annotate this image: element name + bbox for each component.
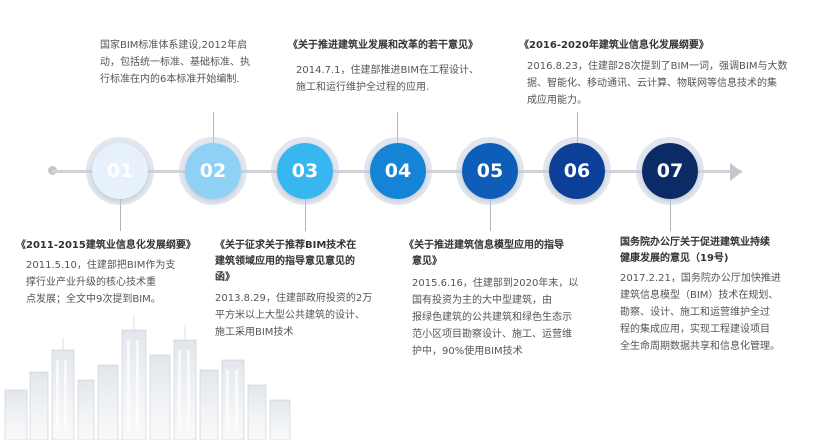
card-line: 行标准在内的6本标准开始编制. [100, 74, 240, 85]
card-line: 2017.2.21，国务院办公厅加快推进 [620, 273, 781, 284]
timeline-arrow-icon [730, 163, 742, 181]
card-07: 国务院办公厅关于促进建筑业持续 健康发展的意见（19号) 2017.2.21，国… [620, 235, 820, 355]
card-title: 《2016-2020年建筑业信息化发展纲要》 [519, 40, 709, 51]
timeline-node-05: 05 [456, 137, 524, 205]
card-line: 2013.8.29，住建部政府投资的2万 [215, 293, 373, 304]
card-line: 施工和运行维护全过程的应用. [296, 82, 430, 93]
card-line: 护中，90%使用BIM技术 [412, 346, 523, 357]
card-02: 国家BIM标准体系建设,2012年启 动，包括统一标准、基础标准、执 行标准在内… [100, 37, 280, 88]
card-line: 报绿色建筑的公共建筑和绿色生态示 [412, 312, 572, 323]
card-line: 国家BIM标准体系建设,2012年启 [100, 40, 248, 51]
card-body: 2014.7.1，住建部推进BIM在工程设计、 施工和运行维护全过程的应用. [288, 62, 508, 96]
timeline-node-02: 02 [179, 137, 247, 205]
card-title: 《关于推进建筑业发展和改革的若干意见》 [288, 40, 478, 51]
timeline-node-06: 06 [543, 137, 611, 205]
timeline-node-03: 03 [271, 137, 339, 205]
card-06: 《2016-2020年建筑业信息化发展纲要》 2016.8.23，住建部28次提… [519, 38, 819, 109]
card-line: 撑行业产业升级的核心技术重 [26, 277, 156, 288]
card-title-line2: 健康发展的意见（19号) [620, 253, 729, 264]
node-number: 02 [199, 160, 227, 182]
card-body: 2011.5.10，住建部把BIM作为支 撑行业产业升级的核心技术重 点发展；全… [16, 257, 226, 308]
card-line: 建筑信息模型（BIM）技术在规划、 [620, 290, 779, 301]
card-title: 《2011-2015建筑业信息化发展纲要》 [16, 240, 196, 251]
card-line: 2014.7.1，住建部推进BIM在工程设计、 [296, 65, 479, 76]
card-line: 2015.6.16，住建部到2020年末，以 [412, 278, 579, 289]
card-title: 《关于推进建筑信息模型应用的指导 [404, 240, 564, 251]
card-line: 程的集成应用，实现工程建设项目 [620, 324, 770, 335]
card-body: 2017.2.21，国务院办公厅加快推进 建筑信息模型（BIM）技术在规划、 勘… [620, 270, 820, 355]
card-line: 勘察、设计、施工和运营维护全过 [620, 307, 770, 318]
card-line: 动，包括统一标准、基础标准、执 [100, 57, 250, 68]
card-01: 《2011-2015建筑业信息化发展纲要》 2011.5.10，住建部把BIM作… [16, 238, 226, 308]
card-title: 国务院办公厅关于促进建筑业持续 [620, 237, 770, 248]
node-number: 03 [291, 160, 319, 182]
timeline-node-07: 07 [636, 137, 704, 205]
card-title: 《关于征求关于推荐BIM技术在 [215, 240, 357, 251]
card-line: 2011.5.10，住建部把BIM作为支 [26, 260, 176, 271]
node-number: 05 [476, 160, 504, 182]
card-title-line2: 建筑领域应用的指导意见意见的 [215, 256, 355, 267]
card-line: 点发展；全文中9次提到BIM。 [26, 294, 161, 305]
card-body: 国家BIM标准体系建设,2012年启 动，包括统一标准、基础标准、执 行标准在内… [100, 37, 280, 88]
card-body: 2016.8.23，住建部28次提到了BIM一词，强调BIM与大数 据、智能化、… [519, 58, 819, 109]
card-line: 成应用能力。 [527, 95, 587, 106]
card-line: 据、智能化、移动通讯、云计算、物联网等信息技术的集 [527, 78, 777, 89]
card-title-line3: 函》 [215, 272, 235, 283]
timeline-node-04: 04 [364, 137, 432, 205]
node-number: 04 [384, 160, 412, 182]
card-body: 2015.6.16，住建部到2020年末，以 国有投资为主的大中型建筑，由 报绿… [404, 275, 604, 360]
card-line: 全生命周期数据共享和信息化管理。 [620, 341, 780, 352]
card-title-line2: 意见》 [412, 256, 442, 267]
node-number: 01 [106, 160, 134, 182]
node-number: 06 [563, 160, 591, 182]
card-line: 2016.8.23，住建部28次提到了BIM一词，强调BIM与大数 [527, 61, 788, 72]
card-05: 《关于推进建筑信息模型应用的指导 意见》 2015.6.16，住建部到2020年… [404, 238, 604, 360]
card-line: 范小区项目勘察设计、施工、运营维 [412, 329, 572, 340]
city-skyline-illustration [4, 315, 291, 440]
card-04: 《关于推进建筑业发展和改革的若干意见》 2014.7.1，住建部推进BIM在工程… [288, 38, 508, 96]
card-line: 国有投资为主的大中型建筑，由 [412, 295, 552, 306]
timeline-node-01: 01 [86, 137, 154, 205]
node-number: 07 [656, 160, 684, 182]
